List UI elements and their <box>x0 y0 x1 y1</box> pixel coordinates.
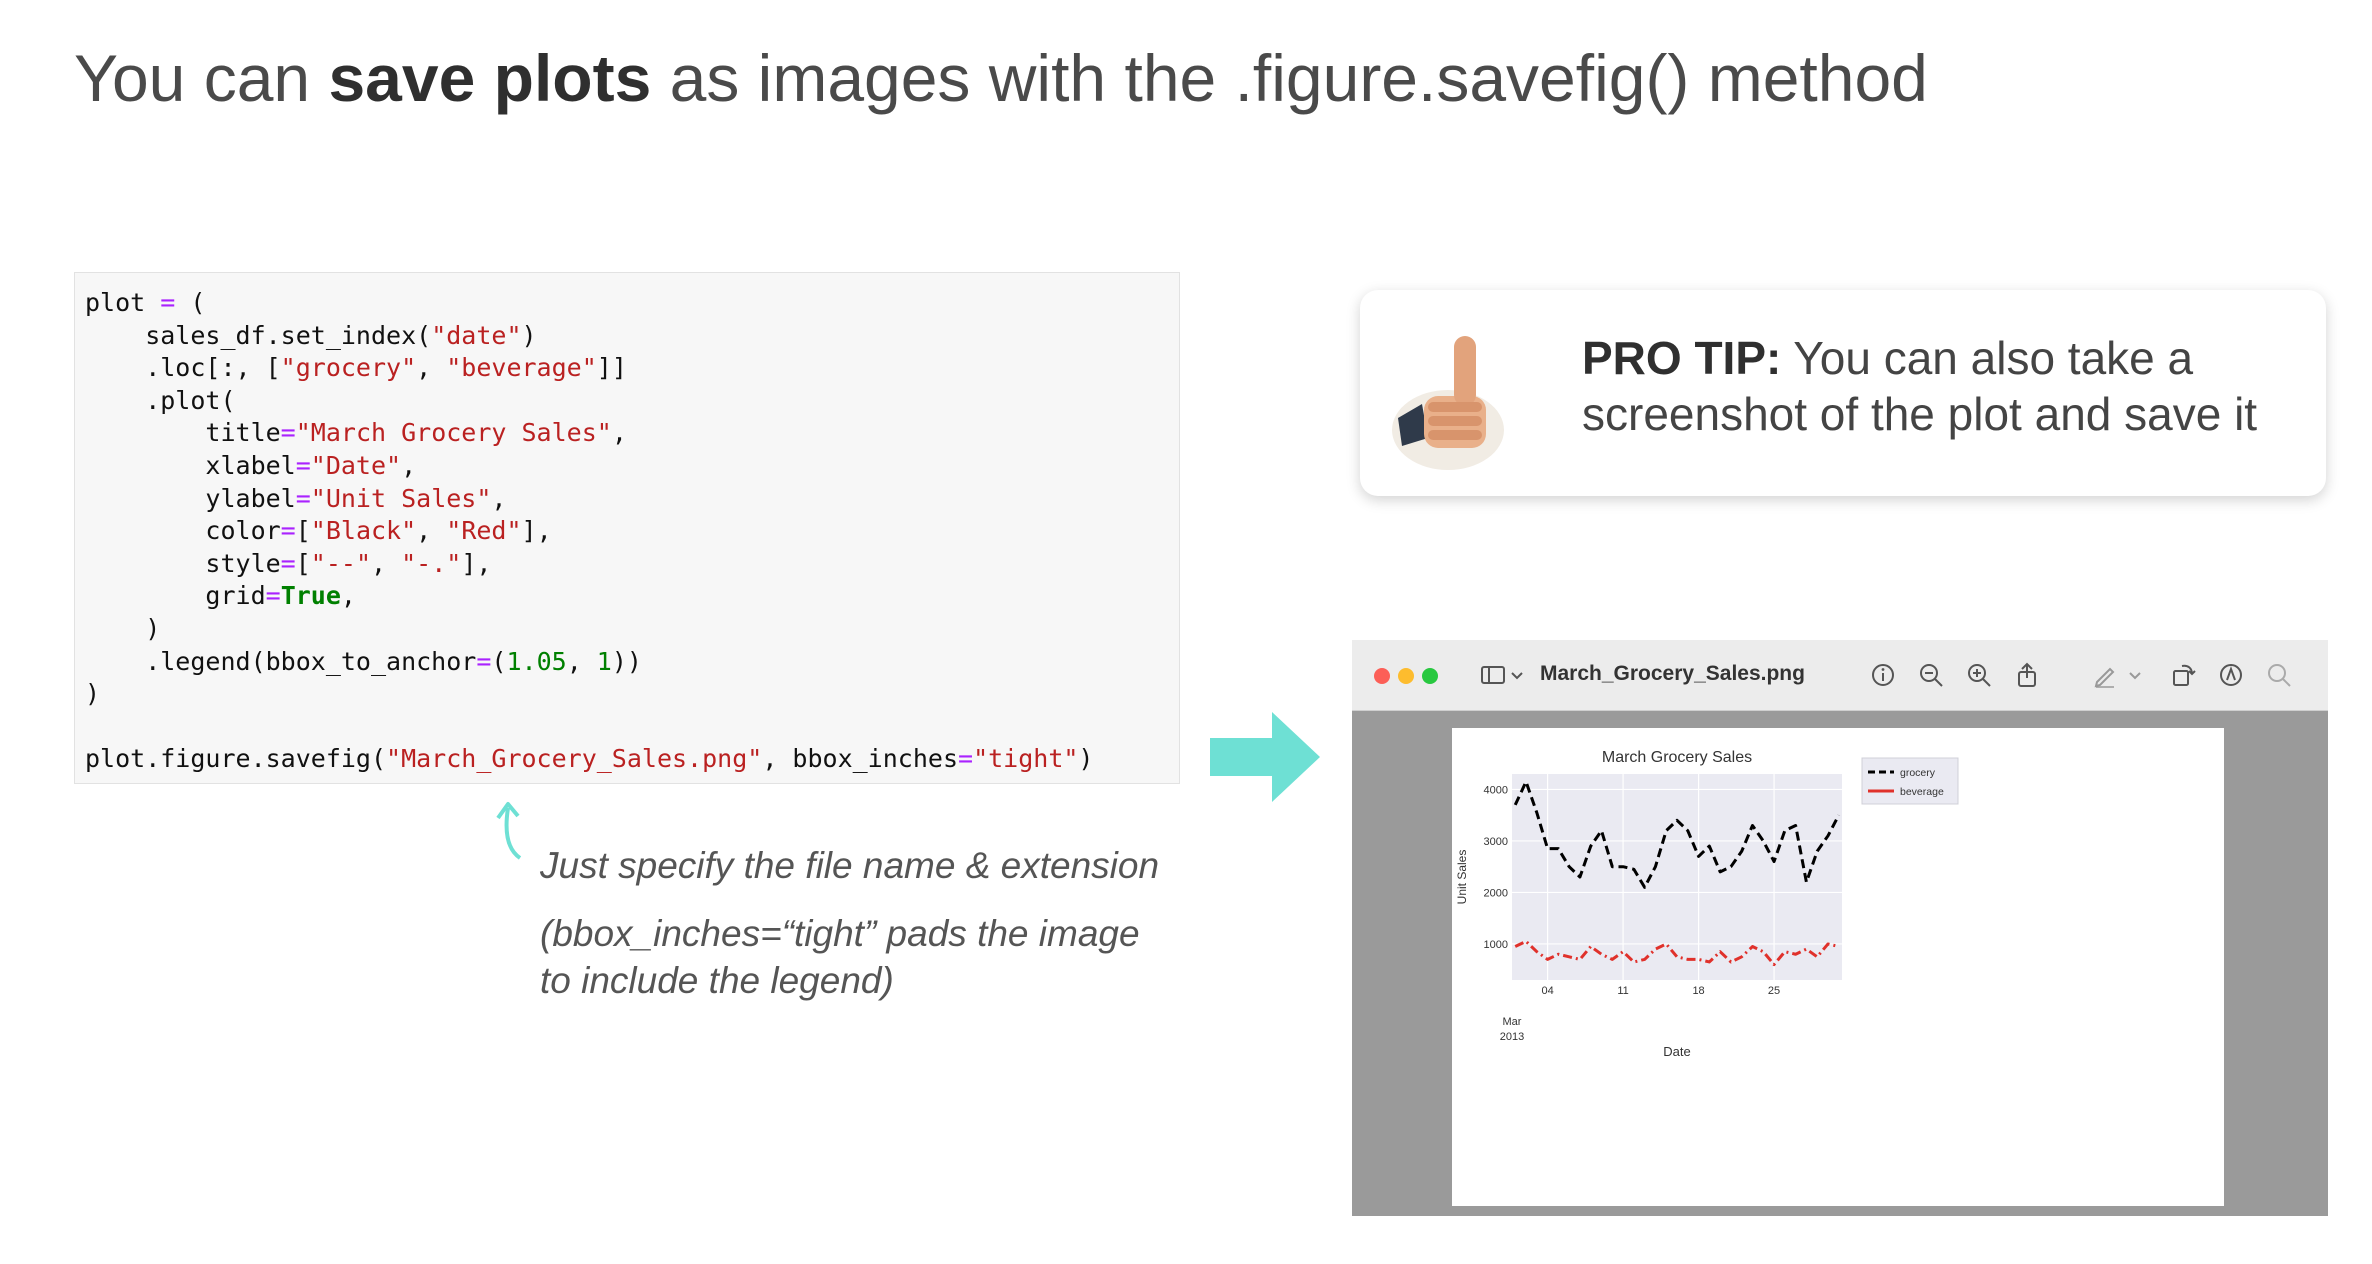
thumbs-up-icon <box>1392 336 1504 470</box>
plot-area <box>1512 774 1842 980</box>
preview-toolbar: March_Grocery_Sales.png <box>1352 640 2328 711</box>
preview-window: March_Grocery_Sales.png 1000 2000 3000 4… <box>1352 640 2328 1216</box>
annotation-arrow-icon <box>496 802 522 860</box>
sidebar-toggle-icon[interactable] <box>1480 662 1506 688</box>
slide-title: You can save plots as images with the .f… <box>74 40 1928 116</box>
x-tick-label: 18 <box>1692 985 1704 997</box>
zoom-window-button[interactable] <box>1422 668 1438 684</box>
line-chart: 1000 2000 3000 4000 04 11 18 25 Mar 2013 March Gro… <box>1455 749 1959 1059</box>
title-prefix: You can <box>74 41 329 115</box>
title-bold: save plots <box>328 41 652 115</box>
pro-tip-line-1: You can also take a <box>1781 332 2194 384</box>
pro-tip-line-2: screenshot of the plot and save it <box>1582 388 2258 440</box>
file-name: March_Grocery_Sales.png <box>1540 662 1805 685</box>
rotate-icon[interactable] <box>2170 662 2196 688</box>
chart-title: March Grocery Sales <box>1602 749 1752 766</box>
y-tick-label: 2000 <box>1484 887 1508 899</box>
title-suffix: as images with the .figure.savefig() met… <box>651 41 1928 115</box>
code-cell[interactable]: plot = ( sales_df.set_index("date") .loc… <box>74 272 1180 784</box>
x-year-label: 2013 <box>1500 1031 1524 1043</box>
annotate-icon[interactable] <box>2218 662 2244 688</box>
plot-image: 1000 2000 3000 4000 04 11 18 25 Mar 2013 March Gro… <box>1452 728 2224 1206</box>
y-tick-label: 1000 <box>1484 939 1508 951</box>
pro-tip-text: PRO TIP: You can also take a screenshot … <box>1582 330 2257 442</box>
annotation-line-2: (bbox_inches=“tight” pads the image <box>540 913 1140 954</box>
legend-label-beverage: beverage <box>1900 786 1944 798</box>
x-axis-label: Date <box>1663 1044 1690 1059</box>
y-axis-label: Unit Sales <box>1455 850 1469 905</box>
x-tick-label: 04 <box>1541 985 1553 997</box>
annotation-line-1: Just specify the file name & extension <box>540 845 1160 886</box>
close-window-button[interactable] <box>1374 668 1390 684</box>
x-tick-label: 25 <box>1768 985 1780 997</box>
pro-tip-label: PRO TIP: <box>1582 332 1782 384</box>
share-icon[interactable] <box>2014 662 2040 688</box>
y-tick-label: 3000 <box>1484 836 1508 848</box>
markup-pen-icon[interactable] <box>2092 662 2118 688</box>
markup-chevron-down-icon[interactable] <box>2128 662 2142 688</box>
x-month-label: Mar <box>1503 1016 1522 1028</box>
chevron-down-icon[interactable] <box>1510 662 1524 688</box>
minimize-window-button[interactable] <box>1398 668 1414 684</box>
x-tick-label: 11 <box>1617 985 1628 997</box>
info-icon[interactable] <box>1870 662 1896 688</box>
annotation-line-3: to include the legend) <box>540 960 894 1001</box>
y-tick-label: 4000 <box>1484 784 1508 796</box>
zoom-out-icon[interactable] <box>1918 662 1944 688</box>
code-text: plot = ( sales_df.set_index("date") .loc… <box>85 288 1094 774</box>
legend-label-grocery: grocery <box>1900 767 1936 779</box>
pro-tip-card: PRO TIP: You can also take a screenshot … <box>1360 290 2326 496</box>
right-arrow-icon <box>1210 712 1320 802</box>
search-icon[interactable] <box>2266 662 2292 688</box>
zoom-in-icon[interactable] <box>1966 662 1992 688</box>
